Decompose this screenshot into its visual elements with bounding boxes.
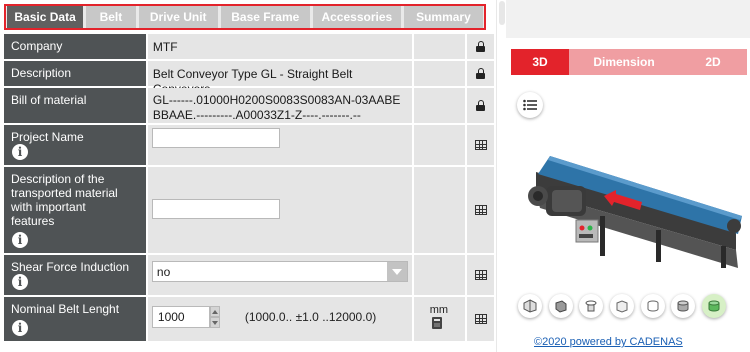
info-icon[interactable]: i — [12, 320, 28, 336]
isometric-view-icon[interactable] — [518, 294, 542, 318]
shear-force-label: Shear Force Induction i — [4, 255, 146, 295]
cylinder-color-icon[interactable] — [701, 294, 726, 318]
table-icon — [474, 270, 487, 280]
transported-material-cell — [147, 167, 412, 253]
tab-summary[interactable]: Summary — [403, 6, 483, 28]
app-root: Basic Data Belt Drive Unit Base Frame Ac… — [0, 0, 750, 352]
form-row-description: Description Belt Conveyor Type GL - Stra… — [4, 61, 494, 96]
stepper-down-button[interactable] — [209, 317, 220, 328]
calculator-icon[interactable] — [431, 317, 442, 329]
form-row-transported-material: Description of the transported material … — [4, 167, 494, 255]
belt-length-stepper[interactable] — [209, 306, 220, 328]
form-row-company: Company MTF — [4, 34, 494, 61]
scrollbar[interactable] — [496, 0, 506, 352]
bill-of-material-lock — [467, 88, 494, 123]
project-name-table-button[interactable] — [467, 125, 494, 165]
list-icon[interactable] — [517, 92, 543, 118]
table-icon — [474, 140, 487, 150]
lock-icon — [476, 68, 486, 79]
transported-material-label-text: Description of the transported material … — [11, 172, 118, 228]
project-name-cell — [147, 125, 412, 165]
form-row-shear-force: Shear Force Induction i no — [4, 255, 494, 297]
project-name-label: Project Name i — [4, 125, 146, 165]
project-name-input[interactable] — [151, 128, 280, 148]
tab-base-frame[interactable]: Base Frame — [220, 6, 310, 28]
cylinder-wireframe-icon[interactable] — [640, 294, 665, 318]
shear-force-selected-value: no — [156, 265, 171, 279]
transported-material-table-button[interactable] — [467, 167, 494, 253]
shear-force-unit-cell — [413, 255, 466, 295]
project-name-unit-cell — [413, 125, 466, 165]
belt-length-table-button[interactable] — [467, 297, 494, 341]
lock-icon — [476, 41, 486, 52]
transported-material-label: Description of the transported material … — [4, 167, 146, 253]
viewer-tab-bar: 3D Dimension 2D — [511, 49, 747, 75]
rotate-view-icon[interactable] — [579, 294, 604, 318]
info-icon[interactable]: i — [12, 144, 28, 160]
shear-force-table-button[interactable] — [467, 255, 494, 295]
box-view-icon[interactable] — [609, 294, 634, 318]
project-name-label-text: Project Name — [11, 130, 84, 144]
belt-length-unit-cell: mm — [413, 297, 466, 341]
company-value: MTF — [147, 34, 412, 59]
viewer-panel: 3D Dimension 2D ©2020 powered by CADENAS — [506, 0, 750, 352]
belt-length-cell: 1000 (1000.0.. ±1.0 ..12000.0) — [147, 297, 412, 341]
company-lock — [467, 34, 494, 59]
view-mode-toolbar — [518, 294, 726, 320]
belt-length-unit: mm — [429, 304, 449, 316]
belt-length-input[interactable]: 1000 — [151, 306, 210, 328]
scrollbar-thumb[interactable] — [499, 1, 505, 25]
company-unit-cell — [413, 34, 466, 59]
shaded-view-icon[interactable] — [548, 294, 573, 318]
form-row-bill-of-material: Bill of material GL------.01000H0200S008… — [4, 88, 494, 125]
lock-icon — [476, 100, 486, 111]
tab-3d[interactable]: 3D — [511, 49, 569, 75]
powered-by-link[interactable]: ©2020 powered by CADENAS — [534, 336, 683, 348]
bill-of-material-label: Bill of material — [4, 88, 146, 123]
shear-force-label-text: Shear Force Induction — [11, 260, 130, 274]
description-label: Description — [4, 61, 146, 86]
transported-material-unit-cell — [413, 167, 466, 253]
table-icon — [474, 314, 487, 324]
shear-force-select[interactable]: no — [151, 261, 408, 282]
tab-belt[interactable]: Belt — [86, 6, 136, 28]
description-unit-cell — [413, 61, 466, 86]
transported-material-input[interactable] — [151, 199, 280, 219]
description-lock — [467, 61, 494, 86]
configurator-panel: Basic Data Belt Drive Unit Base Frame Ac… — [0, 0, 496, 352]
bill-of-material-value: GL------.01000H0200S0083S0083AN-03AABEBB… — [147, 88, 412, 123]
description-value: Belt Conveyor Type GL - Straight Belt Co… — [147, 61, 412, 96]
info-icon[interactable]: i — [12, 274, 28, 290]
conveyor-3d-model[interactable] — [516, 150, 744, 272]
tab-bar: Basic Data Belt Drive Unit Base Frame Ac… — [4, 4, 486, 30]
stepper-up-button[interactable] — [209, 306, 220, 317]
viewer-topbar — [506, 0, 750, 38]
info-icon[interactable]: i — [12, 232, 28, 248]
cylinder-shaded-icon[interactable] — [671, 294, 696, 318]
belt-length-label: Nominal Belt Lenght i — [4, 297, 146, 341]
tab-dimension[interactable]: Dimension — [569, 49, 679, 75]
belt-length-label-text: Nominal Belt Lenght — [11, 302, 120, 316]
form-row-belt-length: Nominal Belt Lenght i 1000 (1000.0.. ±1.… — [4, 297, 494, 343]
form-row-project-name: Project Name i — [4, 125, 494, 167]
tab-accessories[interactable]: Accessories — [312, 6, 401, 28]
table-icon — [474, 205, 487, 215]
shear-force-cell: no — [147, 255, 412, 295]
tab-basic-data[interactable]: Basic Data — [7, 6, 84, 28]
bill-of-material-unit-cell — [413, 88, 466, 123]
company-label: Company — [4, 34, 146, 59]
chevron-down-icon[interactable] — [386, 262, 407, 281]
belt-length-range: (1000.0.. ±1.0 ..12000.0) — [244, 310, 377, 324]
basic-data-form: Company MTF Description Belt Conveyor Ty… — [4, 34, 494, 343]
tab-2d[interactable]: 2D — [679, 49, 747, 75]
tab-drive-unit[interactable]: Drive Unit — [138, 6, 218, 28]
